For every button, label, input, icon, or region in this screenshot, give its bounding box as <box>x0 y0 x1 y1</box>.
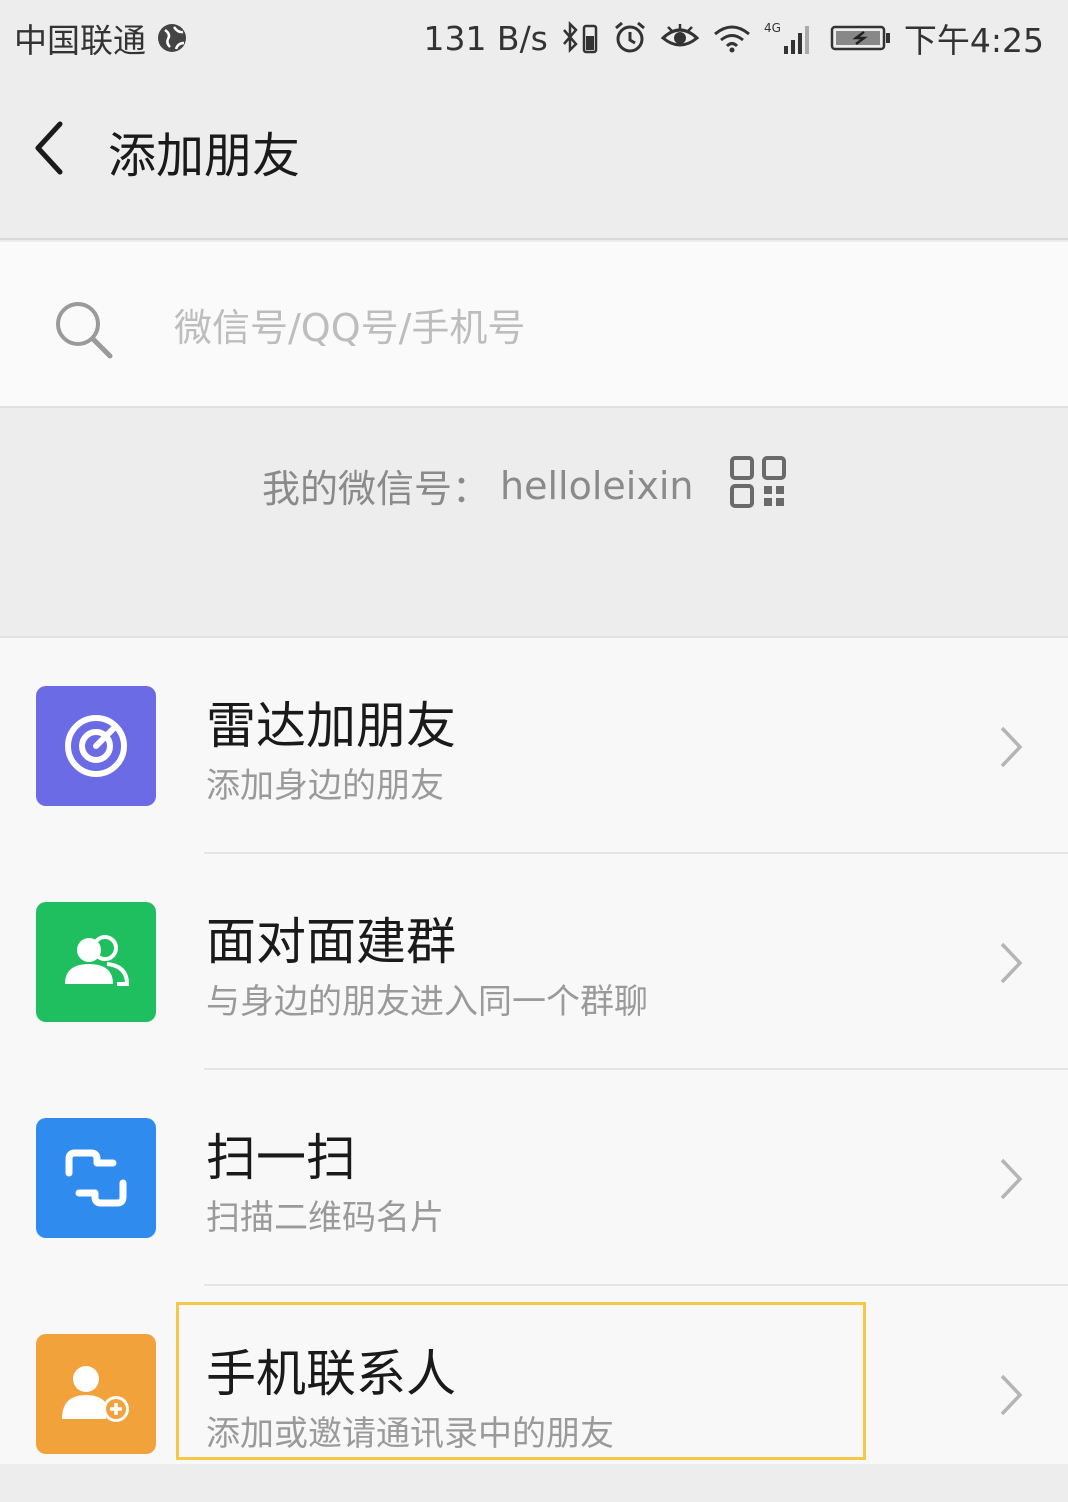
alarm-icon <box>612 20 648 56</box>
item-title: 雷达加朋友 <box>206 697 456 755</box>
search-icon <box>56 302 113 359</box>
my-id-value: helloleixin <box>500 463 694 508</box>
back-arrow-icon <box>35 121 63 175</box>
chevron-right-icon <box>1000 1158 1023 1200</box>
radar-icon <box>36 686 156 806</box>
add-contact-icon <box>36 1334 156 1454</box>
network-type-label: 4G <box>764 21 781 35</box>
list-item-scan[interactable]: 扫一扫 扫描二维码名片 <box>0 1070 1068 1286</box>
status-time: 下午4:25 <box>903 21 1044 60</box>
search-input[interactable] <box>172 292 996 364</box>
carrier-label: 中国联通 <box>14 21 146 60</box>
my-id-label: 我的微信号： <box>262 467 491 511</box>
status-right: 131 B/s 4G 下午4:25 <box>423 14 1044 62</box>
list-item-radar[interactable]: 雷达加朋友 添加身边的朋友 <box>0 638 1068 854</box>
globe-icon <box>156 22 188 54</box>
net-speed: 131 B/s <box>423 18 548 58</box>
my-wechat-id: 我的微信号： helloleixin <box>262 458 693 513</box>
bluetooth-battery-icon <box>560 20 600 56</box>
chevron-right-icon <box>1000 942 1023 984</box>
nav-bar: 添加朋友 <box>0 76 1068 240</box>
status-left: 中国联通 <box>14 14 188 62</box>
status-bar: 中国联通 131 B/s 4G 下午4:25 <box>0 0 1068 76</box>
scan-icon <box>36 1118 156 1238</box>
item-title: 面对面建群 <box>206 913 456 971</box>
list-item-phone-contacts[interactable]: 手机联系人 添加或邀请通讯录中的朋友 <box>0 1286 1068 1502</box>
chevron-right-icon <box>1000 726 1023 768</box>
item-title: 扫一扫 <box>206 1129 356 1187</box>
page-title: 添加朋友 <box>108 128 301 184</box>
item-subtitle: 扫描二维码名片 <box>206 1198 444 1238</box>
wifi-icon <box>712 22 752 54</box>
add-friend-options-list: 雷达加朋友 添加身边的朋友 面对面建群 与身边的朋友进入同一个群聊 扫一扫 扫描… <box>0 636 1068 1464</box>
back-button[interactable] <box>26 116 76 180</box>
qr-code-icon[interactable] <box>728 454 788 510</box>
signal-4g-icon: 4G <box>764 20 818 56</box>
item-subtitle: 添加或邀请通讯录中的朋友 <box>206 1414 614 1454</box>
eye-icon <box>660 22 700 54</box>
chevron-right-icon <box>1000 1374 1023 1416</box>
list-item-face-to-face-group[interactable]: 面对面建群 与身边的朋友进入同一个群聊 <box>0 854 1068 1070</box>
item-title: 手机联系人 <box>206 1345 456 1403</box>
group-people-icon <box>36 902 156 1022</box>
battery-charging-icon <box>830 22 892 54</box>
item-subtitle: 与身边的朋友进入同一个群聊 <box>206 982 648 1022</box>
item-subtitle: 添加身边的朋友 <box>206 766 444 806</box>
